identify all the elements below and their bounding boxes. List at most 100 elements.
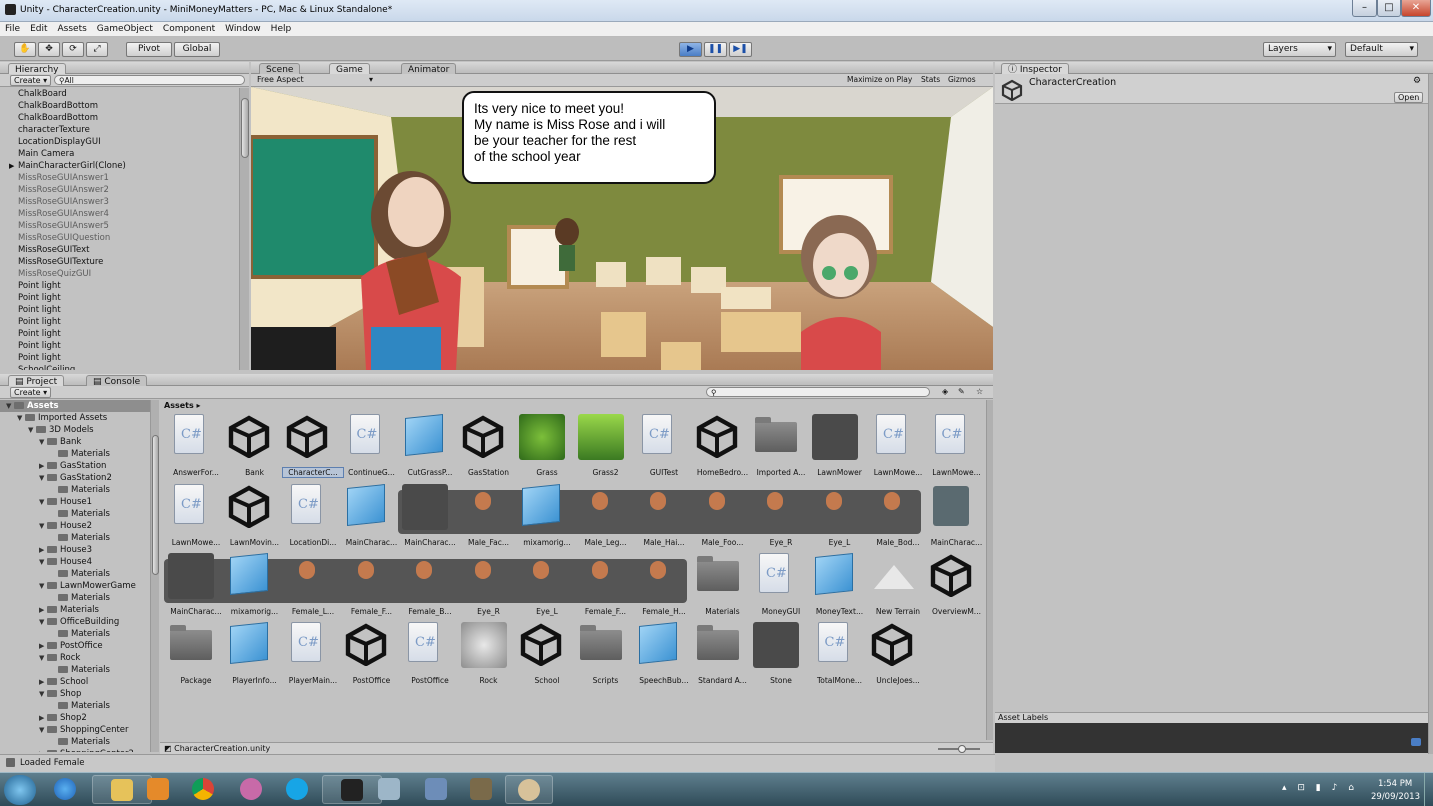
collapsed-arrow-icon[interactable]: ▶ (39, 604, 47, 616)
tree-folder-assets[interactable]: ▼ Assets (0, 400, 150, 412)
tree-folder-3d-models[interactable]: ▼ 3D Models (0, 424, 150, 436)
tree-folder-materials[interactable]: Materials (0, 484, 150, 496)
tree-folder-house2[interactable]: ▼ House2 (0, 520, 150, 532)
asset-item[interactable]: Female_F... (342, 551, 396, 617)
asset-item[interactable]: TotalMone... (810, 620, 864, 686)
collapsed-arrow-icon[interactable]: ▶ (39, 640, 47, 652)
asset-item[interactable]: Scripts (576, 620, 630, 686)
hierarchy-item[interactable]: MissRoseGUIAnswer5 (0, 220, 239, 232)
asset-item[interactable]: Package (166, 620, 220, 686)
tree-folder-materials[interactable]: Materials (0, 508, 150, 520)
collapsed-arrow-icon[interactable]: ▶ (39, 712, 47, 724)
hierarchy-item[interactable]: Point light (0, 292, 239, 304)
hierarchy-item[interactable]: characterTexture (0, 124, 239, 136)
maximize-on-play-toggle[interactable]: Maximize on Play (847, 75, 912, 85)
aspect-dropdown[interactable]: Free Aspect ▾ (257, 75, 375, 85)
hierarchy-item[interactable]: Point light (0, 328, 239, 340)
menu-window[interactable]: Window (220, 22, 266, 37)
asset-item[interactable]: LawnMowe... (927, 412, 981, 478)
asset-item[interactable]: Male_Bod... (868, 482, 922, 548)
pivot-toggle[interactable]: Pivot (126, 42, 172, 57)
close-button[interactable]: ✕ (1401, 0, 1431, 17)
asset-item[interactable]: LawnMowe... (868, 412, 922, 478)
tree-folder-school[interactable]: ▶ School (0, 676, 150, 688)
expand-arrow-icon[interactable]: ▶ (9, 160, 14, 172)
menu-help[interactable]: Help (266, 22, 297, 37)
rotate-tool-button[interactable]: ⟳ (62, 42, 84, 57)
taskbar-media[interactable] (138, 775, 178, 804)
tree-folder-materials[interactable]: Materials (0, 628, 150, 640)
asset-item[interactable]: MainCharac... (927, 482, 982, 548)
asset-item[interactable]: Female_B... (400, 551, 454, 617)
project-search-input[interactable]: ⚲ (706, 387, 930, 397)
hierarchy-item[interactable]: MissRoseGUIAnswer1 (0, 172, 239, 184)
asset-item[interactable]: CutGrassP... (400, 412, 454, 478)
asset-item[interactable]: New Terrain (868, 551, 922, 617)
asset-item[interactable]: Standard A... (693, 620, 747, 686)
expanded-arrow-icon[interactable]: ▼ (28, 424, 36, 436)
hierarchy-item[interactable]: Point light (0, 352, 239, 364)
tree-folder-officebuilding[interactable]: ▼ OfficeBuilding (0, 616, 150, 628)
asset-item[interactable]: AnswerFor... (166, 412, 220, 478)
taskbar-paint[interactable] (505, 775, 553, 804)
tree-folder-materials[interactable]: ▶ Materials (0, 604, 150, 616)
asset-item[interactable]: HomeBedro... (693, 412, 748, 478)
expanded-arrow-icon[interactable]: ▼ (6, 400, 14, 412)
show-desktop-button[interactable] (1424, 773, 1433, 806)
tree-folder-materials[interactable]: Materials (0, 664, 150, 676)
asset-item[interactable]: MoneyGUI (751, 551, 805, 617)
asset-item[interactable]: LawnMower (810, 412, 864, 478)
tree-folder-gasstation2[interactable]: ▼ GasStation2 (0, 472, 150, 484)
tree-folder-materials[interactable]: Materials (0, 448, 150, 460)
move-tool-button[interactable]: ✥ (38, 42, 60, 57)
start-button[interactable] (4, 775, 36, 805)
taskbar-app-pink[interactable] (230, 775, 274, 804)
collapsed-arrow-icon[interactable]: ▶ (39, 544, 47, 556)
expanded-arrow-icon[interactable]: ▼ (39, 616, 47, 628)
asset-item[interactable]: Male_Hai... (634, 482, 688, 548)
expanded-arrow-icon[interactable]: ▼ (39, 556, 47, 568)
taskbar-app-blue[interactable] (412, 775, 462, 804)
clock-time[interactable]: 1:54 PM (1378, 779, 1412, 789)
scale-tool-button[interactable]: ⤢ (86, 42, 108, 57)
breadcrumb-assets[interactable]: Assets (164, 401, 194, 410)
menu-component[interactable]: Component (158, 22, 220, 37)
asset-item[interactable]: Bank (225, 412, 279, 478)
asset-item[interactable]: Eye_R (751, 482, 805, 548)
hierarchy-item[interactable]: Point light (0, 280, 239, 292)
inspector-scrollbar[interactable] (1428, 74, 1433, 754)
asset-item[interactable]: LawnMowe... (166, 482, 220, 548)
tray-icons[interactable]: ▴ ⊡ ▮ ♪ ⌂ (1282, 783, 1362, 795)
asset-item[interactable]: Eye_L (517, 551, 571, 617)
slider-knob[interactable] (958, 745, 966, 753)
hierarchy-search-input[interactable]: ⚲All (54, 75, 245, 85)
hierarchy-item[interactable]: LocationDisplayGUI (0, 136, 239, 148)
asset-item[interactable]: Male_Foo... (693, 482, 747, 548)
taskbar-ie[interactable] (40, 775, 90, 804)
tree-folder-materials[interactable]: Materials (0, 700, 150, 712)
play-button[interactable]: ▶ (679, 42, 702, 57)
maximize-button[interactable]: □ (1377, 0, 1401, 17)
taskbar-skype[interactable] (273, 775, 323, 804)
asset-item[interactable]: PlayerMain... (283, 620, 337, 686)
tree-folder-materials[interactable]: Materials (0, 568, 150, 580)
expanded-arrow-icon[interactable]: ▼ (39, 688, 47, 700)
tree-folder-rock[interactable]: ▼ Rock (0, 652, 150, 664)
hierarchy-item[interactable]: ChalkBoard (0, 88, 239, 100)
filter-label-icon[interactable]: ✎ (958, 387, 965, 396)
tree-folder-shoppingcenter[interactable]: ▼ ShoppingCenter (0, 724, 150, 736)
asset-item[interactable]: PostOffice (400, 620, 454, 686)
hierarchy-create-button[interactable]: Create ▾ (10, 75, 52, 86)
tree-scrollbar[interactable] (150, 400, 159, 752)
asset-item[interactable]: MainCharac... (400, 482, 456, 548)
tree-folder-lawnmowergame[interactable]: ▼ LawnMowerGame (0, 580, 150, 592)
asset-item[interactable]: Rock (459, 620, 513, 686)
filter-type-icon[interactable]: ◈ (942, 387, 948, 396)
game-view[interactable]: Its very nice to meet you! My name is Mis… (251, 87, 993, 370)
asset-item[interactable]: School (517, 620, 571, 686)
asset-item[interactable]: SpeechBub... (634, 620, 689, 686)
icon-size-slider[interactable] (938, 745, 980, 753)
collapsed-arrow-icon[interactable]: ▶ (39, 460, 47, 472)
expanded-arrow-icon[interactable]: ▼ (39, 580, 47, 592)
layout-dropdown[interactable]: Default ▾ (1345, 42, 1418, 57)
